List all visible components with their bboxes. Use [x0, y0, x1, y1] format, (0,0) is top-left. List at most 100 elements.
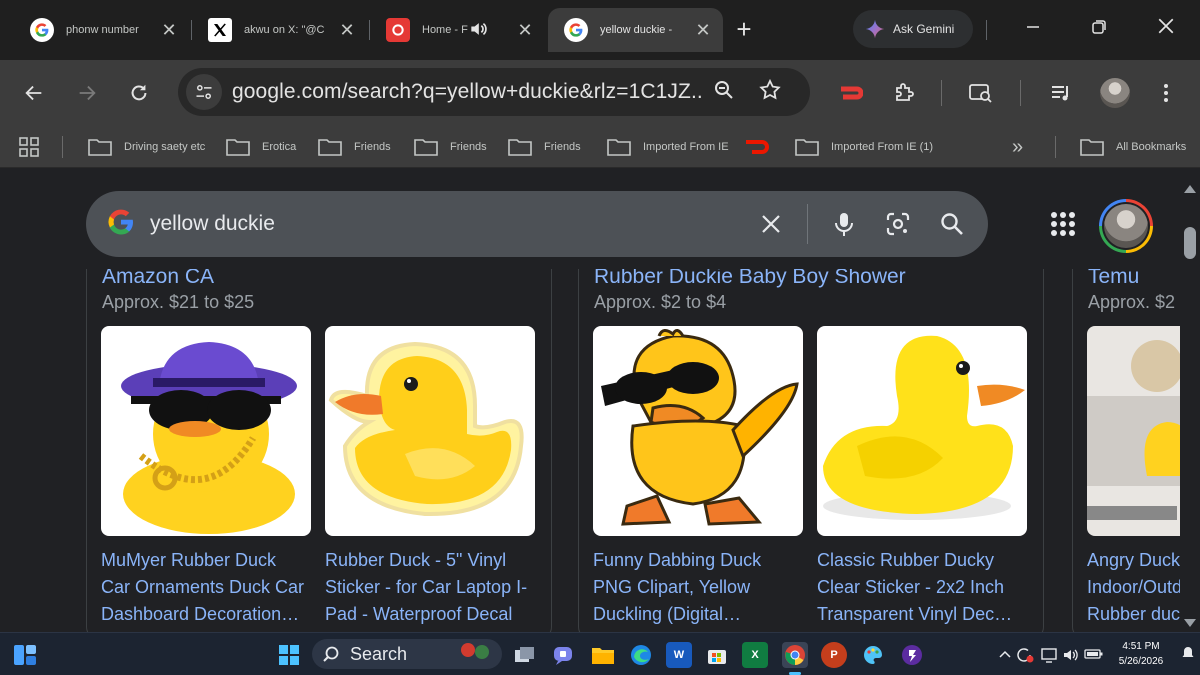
close-window-button[interactable] — [1151, 14, 1181, 44]
url-text[interactable]: google.com/search?q=yellow+duckie&rlz=1C… — [232, 80, 702, 104]
google-account-avatar[interactable] — [1099, 199, 1153, 253]
microsoft-store-icon[interactable] — [704, 642, 730, 668]
site-info-icon[interactable] — [186, 74, 222, 110]
bookmark-folder[interactable]: Imported From IE (1) — [795, 135, 933, 159]
display-icon[interactable] — [1041, 647, 1059, 666]
reload-button[interactable] — [125, 79, 153, 107]
search-highlight-icon — [456, 640, 496, 669]
ask-gemini-button[interactable]: Ask Gemini — [853, 10, 973, 48]
widgets-icon[interactable] — [12, 642, 38, 668]
tab-home-roku[interactable]: Home - F ✕ — [370, 8, 545, 52]
product-image[interactable] — [101, 326, 311, 536]
product-title-link[interactable]: Rubber Duck - 5" Vinyl Sticker - for Car… — [325, 547, 539, 628]
word-icon[interactable]: W — [666, 642, 692, 668]
close-tab-icon[interactable]: ✕ — [515, 20, 535, 40]
scroll-down-icon[interactable] — [1184, 619, 1196, 627]
start-button[interactable] — [276, 642, 302, 668]
excel-icon[interactable]: X — [742, 642, 768, 668]
search-box[interactable]: yellow duckie — [86, 191, 988, 257]
tab-yellow-duckie[interactable]: yellow duckie - ✕ — [548, 8, 723, 52]
scroll-thumb[interactable] — [1184, 227, 1196, 259]
bookmarks-overflow-button[interactable]: » — [1012, 135, 1023, 159]
search-query[interactable]: yellow duckie — [150, 212, 753, 236]
product-title-line: Clear Sticker - 2x2 Inch — [817, 577, 1005, 597]
tab-phone-number[interactable]: phonw number ✕ — [14, 8, 189, 52]
shopping-card[interactable]: Temu Approx. $2 Angry Duck Indoor/Outd R… — [1072, 259, 1180, 632]
all-bookmarks-button[interactable]: All Bookmarks — [1080, 135, 1186, 159]
product-image[interactable] — [1087, 326, 1180, 536]
powerpoint-icon[interactable]: P — [821, 642, 847, 668]
product-title-link[interactable]: Classic Rubber Ducky Clear Sticker - 2x2… — [817, 547, 1031, 628]
zoom-icon[interactable] — [712, 78, 736, 107]
speaker-icon[interactable] — [468, 19, 492, 42]
sync-alert-icon[interactable] — [1016, 647, 1034, 666]
product-title-link[interactable]: Funny Dabbing Duck PNG Clipart, Yellow D… — [593, 547, 807, 628]
close-tab-icon[interactable]: ✕ — [337, 20, 357, 40]
product-image[interactable] — [817, 326, 1027, 536]
price-range: Approx. $21 to $25 — [102, 292, 255, 312]
clear-search-icon[interactable] — [753, 206, 789, 242]
all-bookmarks-label: All Bookmarks — [1116, 141, 1187, 153]
bookmark-label: Imported From IE — [643, 141, 729, 153]
teams-chat-icon[interactable] — [550, 642, 576, 668]
tab-strip: phonw number ✕ akwu on X: "@C ✕ Home - F… — [0, 0, 1200, 60]
bookmark-folder[interactable]: Driving saety etc — [88, 135, 205, 159]
search-icon[interactable] — [934, 206, 970, 242]
bookmarks-divider — [1055, 136, 1056, 158]
product-image[interactable] — [325, 326, 535, 536]
minimize-button[interactable] — [1018, 14, 1048, 44]
media-app-icon[interactable] — [899, 642, 925, 668]
angry-duck-image — [1087, 340, 1180, 520]
search-divider — [807, 204, 808, 244]
bookmark-folder[interactable]: Friends — [508, 135, 581, 159]
product-title-line: Classic Rubber Ducky — [817, 550, 995, 570]
scroll-up-icon[interactable] — [1184, 185, 1196, 193]
address-bar[interactable]: google.com/search?q=yellow+duckie&rlz=1C… — [178, 68, 810, 116]
shopping-card[interactable]: Rubber Duckie Baby Boy Shower Approx. $2… — [578, 259, 1044, 632]
bookmark-folder[interactable]: Imported From IE — [607, 135, 729, 159]
search-icon — [323, 646, 339, 662]
battery-icon[interactable] — [1084, 647, 1104, 664]
microphone-icon[interactable] — [826, 206, 862, 242]
bookmark-folder[interactable]: Friends — [318, 135, 391, 159]
restore-button[interactable] — [1084, 14, 1114, 44]
media-control-icon[interactable] — [1047, 79, 1075, 107]
shopping-card[interactable]: Amazon CA Approx. $21 to $25 MuMyer Rubb… — [86, 259, 552, 632]
menu-kebab-icon[interactable] — [1152, 79, 1180, 107]
price-range: Approx. $2 — [1088, 292, 1176, 312]
google-lens-tab-icon[interactable] — [967, 79, 995, 107]
system-clock[interactable]: 4:51 PM 5/26/2026 — [1110, 639, 1172, 669]
back-button[interactable] — [20, 79, 48, 107]
new-tab-button[interactable]: + — [730, 16, 758, 44]
extension-lastpass-icon[interactable] — [836, 79, 864, 107]
bookmark-doordash[interactable] — [744, 135, 772, 159]
show-hidden-icons[interactable] — [998, 647, 1012, 664]
chrome-icon[interactable] — [782, 642, 808, 675]
edge-icon[interactable] — [628, 642, 654, 668]
file-explorer-icon[interactable] — [590, 642, 616, 668]
google-apps-icon[interactable] — [1048, 209, 1078, 239]
close-tab-icon[interactable]: ✕ — [693, 20, 713, 40]
task-view-icon[interactable] — [512, 642, 538, 668]
apps-grid-icon[interactable] — [18, 135, 40, 159]
folder-icon — [226, 139, 250, 156]
google-lens-icon[interactable] — [880, 206, 916, 242]
product-title-link[interactable]: Angry Duck Indoor/Outd Rubber duc — [1087, 547, 1180, 628]
paint-icon[interactable] — [860, 642, 886, 668]
avatar-photo — [1104, 204, 1148, 248]
tab-x-post[interactable]: akwu on X: "@C ✕ — [192, 8, 367, 52]
bookmark-label: Friends — [544, 141, 581, 153]
extensions-puzzle-icon[interactable] — [890, 79, 918, 107]
product-title-link[interactable]: MuMyer Rubber Duck Car Ornaments Duck Ca… — [101, 547, 315, 628]
profile-avatar[interactable] — [1100, 78, 1130, 108]
taskbar-search[interactable]: Search — [312, 639, 502, 669]
volume-icon[interactable] — [1062, 647, 1080, 666]
bookmark-star-icon[interactable] — [758, 78, 782, 107]
page-scrollbar[interactable] — [1180, 169, 1200, 632]
bookmark-folder[interactable]: Friends — [414, 135, 487, 159]
product-image[interactable] — [593, 326, 803, 536]
forward-button[interactable] — [73, 79, 101, 107]
close-tab-icon[interactable]: ✕ — [159, 20, 179, 40]
bookmark-folder[interactable]: Erotica — [226, 135, 296, 159]
notification-icon[interactable] — [1182, 645, 1194, 664]
